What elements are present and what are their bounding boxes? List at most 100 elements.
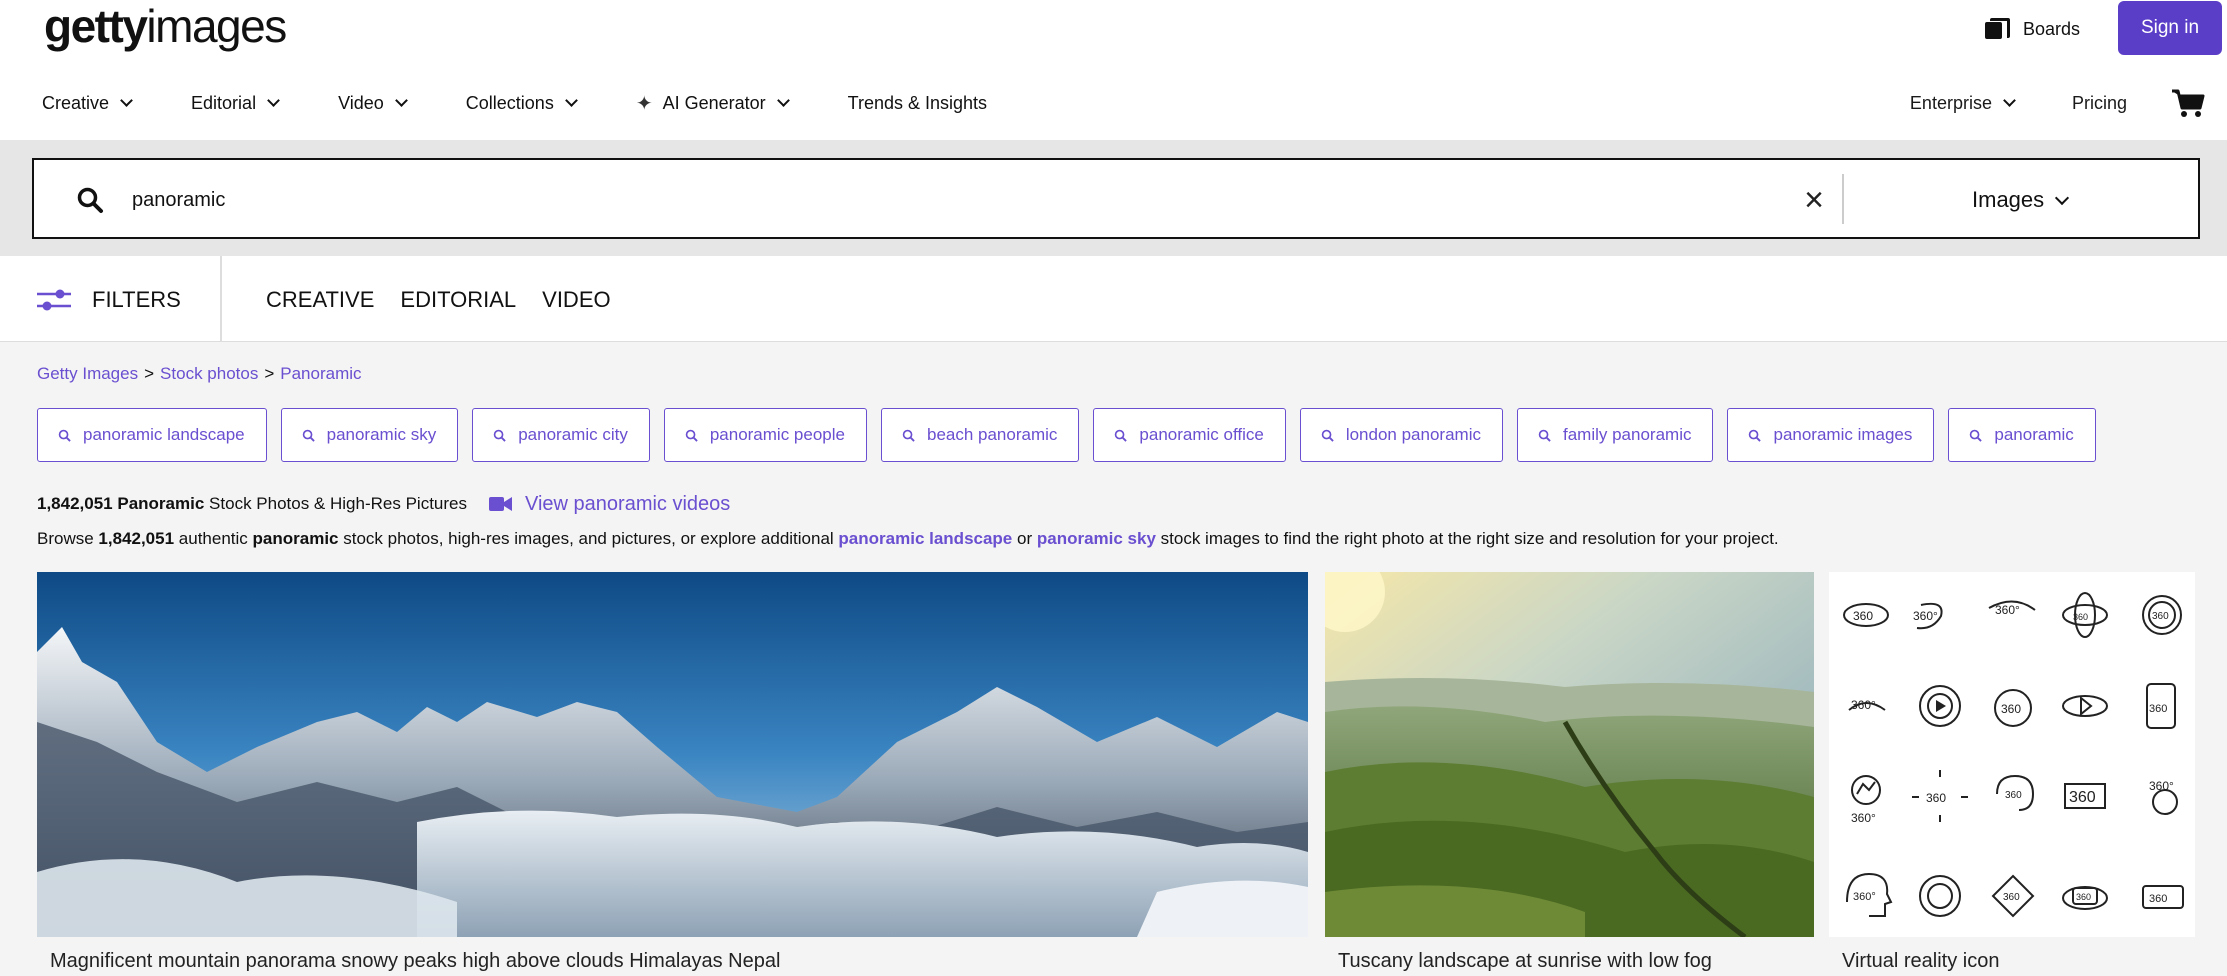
chevron-down-icon [395,94,408,107]
view-videos-label: View panoramic videos [525,493,730,516]
svg-text:360: 360 [2073,612,2088,622]
sign-in-button[interactable]: Sign in [2118,1,2222,55]
tab-editorial[interactable]: EDITORIAL [400,287,516,313]
caption-tuscany[interactable]: Tuscany landscape at sunrise with low fo… [1338,950,1712,973]
view-videos-link[interactable]: View panoramic videos [489,493,730,516]
media-type-label: Images [1972,187,2044,213]
nav-video[interactable]: Video [338,93,406,114]
search-icon [58,429,71,442]
chip-label: family panoramic [1563,425,1692,445]
results-count: 1,842,051 Panoramic Stock Photos & High-… [37,492,730,516]
search-icon [493,429,506,442]
nav-creative[interactable]: Creative [42,93,131,114]
browse-term: panoramic [253,529,339,548]
nav-trends-label: Trends & Insights [848,93,987,114]
search-icon [1321,429,1334,442]
filter-divider [220,256,222,342]
nav-pricing[interactable]: Pricing [2072,93,2127,114]
nav-ai-generator[interactable]: ✦ AI Generator [636,91,788,116]
search-icon [1538,429,1551,442]
breadcrumb-getty-images[interactable]: Getty Images [37,364,138,383]
chip-label: panoramic people [710,425,845,445]
nav-editorial[interactable]: Editorial [191,93,278,114]
results-count-suffix: Stock Photos & High-Res Pictures [209,494,467,514]
svg-text:360: 360 [2005,790,2022,801]
chip-label: london panoramic [1346,425,1481,445]
nav-ai-generator-label: AI Generator [663,93,766,114]
nav-right: Enterprise Pricing [1910,90,2227,116]
search-icon [685,429,698,442]
breadcrumb-separator: > [144,364,154,383]
related-search-chip[interactable]: panoramic people [664,408,867,462]
search-icon [902,429,915,442]
filters-button[interactable]: FILTERS [36,284,181,316]
svg-text:360°: 360° [1851,698,1876,712]
related-search-chip[interactable]: panoramic office [1093,408,1285,462]
caption-himalayas[interactable]: Magnificent mountain panorama snowy peak… [50,950,780,973]
svg-text:360: 360 [1853,609,1873,623]
getty-logo[interactable]: gettyimages [44,0,286,52]
browse-mid2: stock photos, high-res images, and pictu… [343,529,833,548]
caption-vr-icon[interactable]: Virtual reality icon [1842,950,1999,973]
chevron-down-icon [2055,190,2069,204]
content-type-tabs: CREATIVE EDITORIAL VIDEO [266,284,611,316]
top-header: gettyimages Boards Sign in Creative Edit… [0,0,2227,140]
tab-video[interactable]: VIDEO [542,287,610,313]
svg-text:360: 360 [2149,893,2167,905]
nav-creative-label: Creative [42,93,109,114]
related-search-chip[interactable]: panoramic images [1727,408,1934,462]
search-input[interactable] [132,182,1732,218]
chip-label: panoramic images [1773,425,1912,445]
browse-link-panoramic-sky[interactable]: panoramic sky [1037,529,1156,548]
nav-collections[interactable]: Collections [466,93,576,114]
boards-icon [1985,18,2007,40]
results-count-number: 1,842,051 [37,494,113,514]
search-box: × Images [32,158,2200,239]
related-search-chip[interactable]: panoramic [1948,408,2095,462]
chevron-down-icon [120,94,133,107]
filter-bar: FILTERS CREATIVE EDITORIAL VIDEO [0,256,2227,342]
related-search-chip[interactable]: panoramic city [472,408,650,462]
search-icon [1969,429,1982,442]
result-image-vr-icons[interactable]: 360 360° 360° 360 360 360° 360 360 360° … [1829,572,2195,937]
search-icon [302,429,315,442]
svg-text:360: 360 [2076,892,2091,902]
chevron-down-icon [267,94,280,107]
related-search-chip[interactable]: london panoramic [1300,408,1503,462]
chip-label: panoramic sky [327,425,437,445]
boards-link[interactable]: Boards [1985,14,2080,44]
related-search-chip[interactable]: family panoramic [1517,408,1714,462]
chip-label: panoramic city [518,425,628,445]
filters-label: FILTERS [92,287,181,313]
related-search-chip[interactable]: panoramic landscape [37,408,267,462]
search-divider [1842,174,1844,224]
breadcrumb-stock-photos[interactable]: Stock photos [160,364,258,383]
logo-light-text: images [146,0,285,52]
cart-icon[interactable] [2171,88,2205,118]
svg-text:360°: 360° [1913,609,1938,623]
svg-text:360: 360 [2003,892,2020,903]
media-type-select[interactable]: Images [1972,182,2067,218]
breadcrumb-panoramic[interactable]: Panoramic [280,364,361,383]
results-term: Panoramic [117,494,204,514]
nav-pricing-label: Pricing [2072,93,2127,114]
related-search-chip[interactable]: beach panoramic [881,408,1079,462]
main-nav: Creative Editorial Video Collections ✦ AI… [42,90,1047,116]
svg-text:360: 360 [2149,703,2167,715]
nav-enterprise[interactable]: Enterprise [1910,93,2014,114]
breadcrumb: Getty Images > Stock photos > Panoramic [37,364,362,384]
search-icon [76,186,104,214]
result-image-himalayas[interactable] [37,572,1308,937]
svg-text:360°: 360° [1995,603,2020,617]
browse-link-panoramic-landscape[interactable]: panoramic landscape [838,529,1012,548]
search-icon [1748,429,1761,442]
result-image-tuscany[interactable] [1325,572,1814,937]
close-icon[interactable]: × [1796,182,1832,218]
breadcrumb-separator: > [264,364,274,383]
video-camera-icon [489,496,513,512]
sparkle-icon: ✦ [636,91,653,116]
tab-creative[interactable]: CREATIVE [266,287,374,313]
svg-text:360: 360 [2069,789,2096,806]
related-search-chip[interactable]: panoramic sky [281,408,459,462]
nav-trends-insights[interactable]: Trends & Insights [848,93,987,114]
